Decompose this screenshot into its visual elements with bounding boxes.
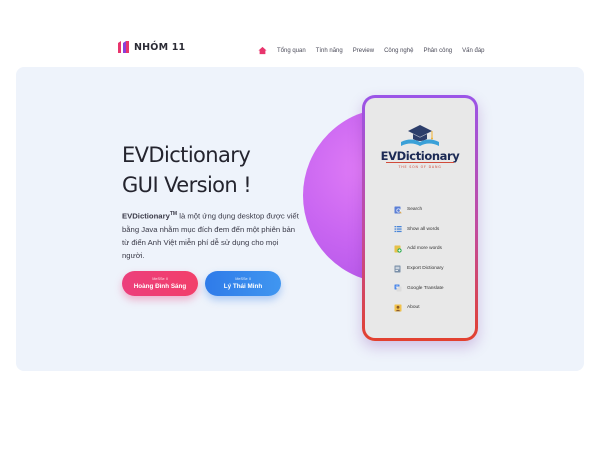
export-icon [394,265,401,273]
hero-description: EVDictionaryTM là một ứng dụng desktop đ… [122,208,302,263]
menu-label: Add more words [407,246,442,252]
menu-label: Search [407,207,423,213]
menu-item-about[interactable]: About [394,298,444,318]
hero-title: EVDictionary GUI Version ! [122,140,322,200]
menu-label: Google Translate [407,285,444,291]
app-menu: Search Show all words Add more words Exp… [394,200,444,318]
phone-screen: EVDictionary THE SON OF DANG Search Show… [365,98,475,338]
menu-label: Show all words [407,226,440,232]
home-icon[interactable] [258,46,267,55]
nav-item-van-dap[interactable]: Vấn đáp [462,48,484,54]
add-icon [394,245,402,253]
translate-icon: G [394,284,402,292]
nav-item-preview[interactable]: Preview [353,48,374,54]
nav-item-tong-quan[interactable]: Tổng quan [277,48,306,54]
logo[interactable]: NHÓM 11 [117,40,185,54]
phone-mockup: EVDictionary THE SON OF DANG Search Show… [362,95,478,341]
menu-item-search[interactable]: Search [394,200,444,220]
app-logo: EVDictionary THE SON OF DANG [381,125,461,169]
menu-label: About [407,305,420,311]
logo-text: NHÓM 11 [134,41,186,53]
header: NHÓM 11 Tổng quan Tính năng Preview Công… [0,0,600,66]
menu-item-show-all-words[interactable]: Show all words [394,220,444,240]
page: NHÓM 11 Tổng quan Tính năng Preview Công… [0,0,600,450]
nav-item-cong-nghe[interactable]: Công nghệ [384,48,413,54]
member-name-label: Hoàng Đình Sáng [133,282,187,290]
search-icon [394,206,402,214]
svg-text:G: G [396,285,399,289]
member-button-hoang-dinh-sang[interactable]: MeSSe II Hoàng Đình Sáng [122,271,198,296]
user-icon [394,304,402,312]
hero-section: EVDictionary GUI Version ! EVDictionaryT… [16,67,584,371]
member-role-label: MeSSe II [235,276,251,281]
member-name-label: Lý Thái Minh [223,282,263,290]
hero-desc-brand: EVDictionary [122,211,170,221]
menu-item-google-translate[interactable]: G Google Translate [394,278,444,298]
menu-item-export-dictionary[interactable]: Export Dictionary [394,259,444,279]
main-nav: Tổng quan Tính năng Preview Công nghệ Ph… [258,46,485,55]
trademark-sup: TM [169,211,178,217]
nav-item-tinh-nang[interactable]: Tính năng [316,48,343,54]
menu-item-add-more-words[interactable]: Add more words [394,239,444,259]
logo-mark-icon [118,41,129,53]
member-button-ly-thai-minh[interactable]: MeSSe II Lý Thái Minh [205,271,281,296]
hero-title-line-1: EVDictionary [122,143,251,167]
list-icon [394,226,402,233]
member-role-label: MeSSe II [152,276,168,281]
app-logo-subtitle: THE SON OF DANG [397,165,441,169]
nav-item-phan-cong[interactable]: Phân công [423,48,452,54]
menu-label: Export Dictionary [407,266,444,272]
hero-title-line-2: GUI Version ! [122,173,252,197]
app-logo-text: EVDictionary [381,149,461,163]
